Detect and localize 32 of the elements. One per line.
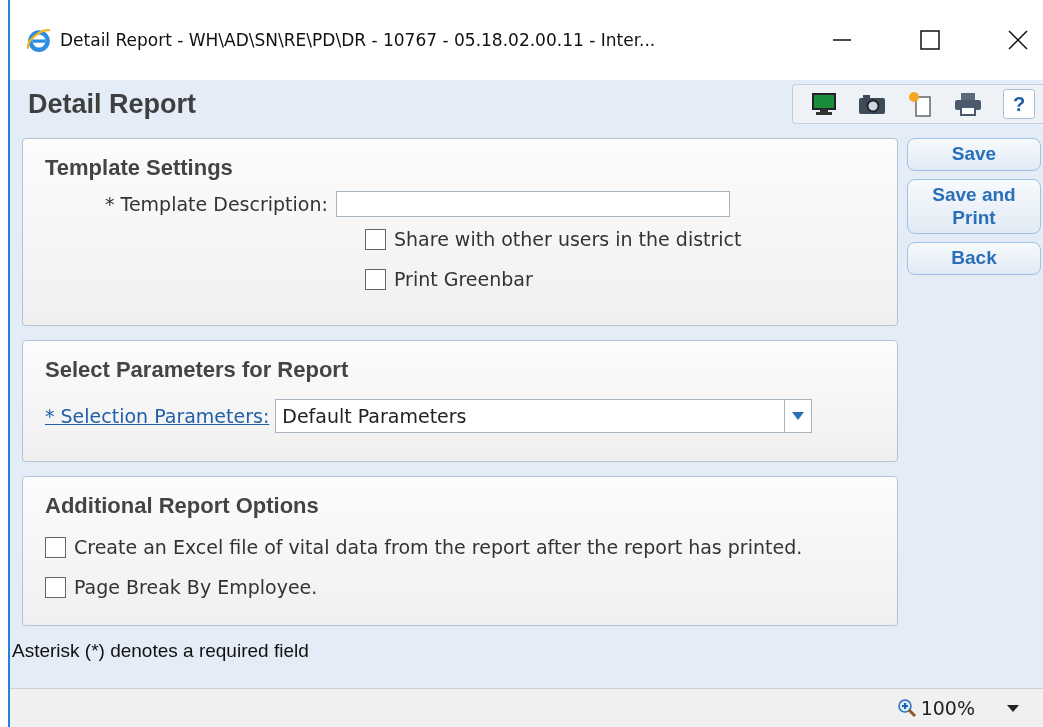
section-title: Template Settings: [45, 155, 234, 181]
checkbox[interactable]: [365, 268, 386, 290]
field-label: * Template Description:: [105, 193, 328, 215]
dropdown-caret-icon[interactable]: [1007, 704, 1019, 712]
monitor-icon[interactable]: [811, 92, 837, 116]
checkbox[interactable]: [365, 228, 386, 250]
required-field-note: Asterisk (*) denotes a required field: [12, 640, 310, 662]
new-document-icon[interactable]: [907, 90, 933, 118]
checkbox[interactable]: [45, 536, 66, 558]
maximize-icon[interactable]: [919, 29, 941, 51]
zoom-level[interactable]: 100%: [920, 697, 975, 719]
browser-logo-icon: [26, 27, 52, 53]
checkbox-label: Page Break By Employee.: [74, 576, 318, 598]
help-button[interactable]: ?: [1003, 89, 1035, 119]
checkbox-label: Print Greenbar: [394, 268, 533, 290]
selection-parameters-link[interactable]: * Selection Parameters:: [45, 405, 270, 427]
close-icon[interactable]: [1007, 29, 1029, 51]
section-title: Select Parameters for Report: [45, 357, 350, 383]
window-title: Detail Report - WH\AD\SN\RE\PD\DR - 10767 - 05.18.02.00.11 - Inter...: [60, 30, 656, 50]
zoom-icon[interactable]: [896, 698, 917, 718]
dropdown[interactable]: Default Parameters: [275, 399, 813, 433]
action-button[interactable]: Back: [907, 242, 1041, 276]
checkbox-label: Create an Excel file of vital data from the report after the report has printed.: [74, 536, 803, 558]
printer-icon[interactable]: [953, 91, 983, 117]
section-title: Additional Report Options: [45, 493, 320, 519]
camera-icon[interactable]: [857, 92, 887, 116]
checkbox[interactable]: [45, 576, 66, 598]
action-button[interactable]: Save and Print: [907, 178, 1041, 235]
action-button[interactable]: Save: [907, 138, 1041, 171]
checkbox-label: Share with other users in the district: [394, 228, 742, 250]
page-title: Detail Report: [28, 88, 197, 120]
input-field[interactable]: [335, 191, 730, 217]
